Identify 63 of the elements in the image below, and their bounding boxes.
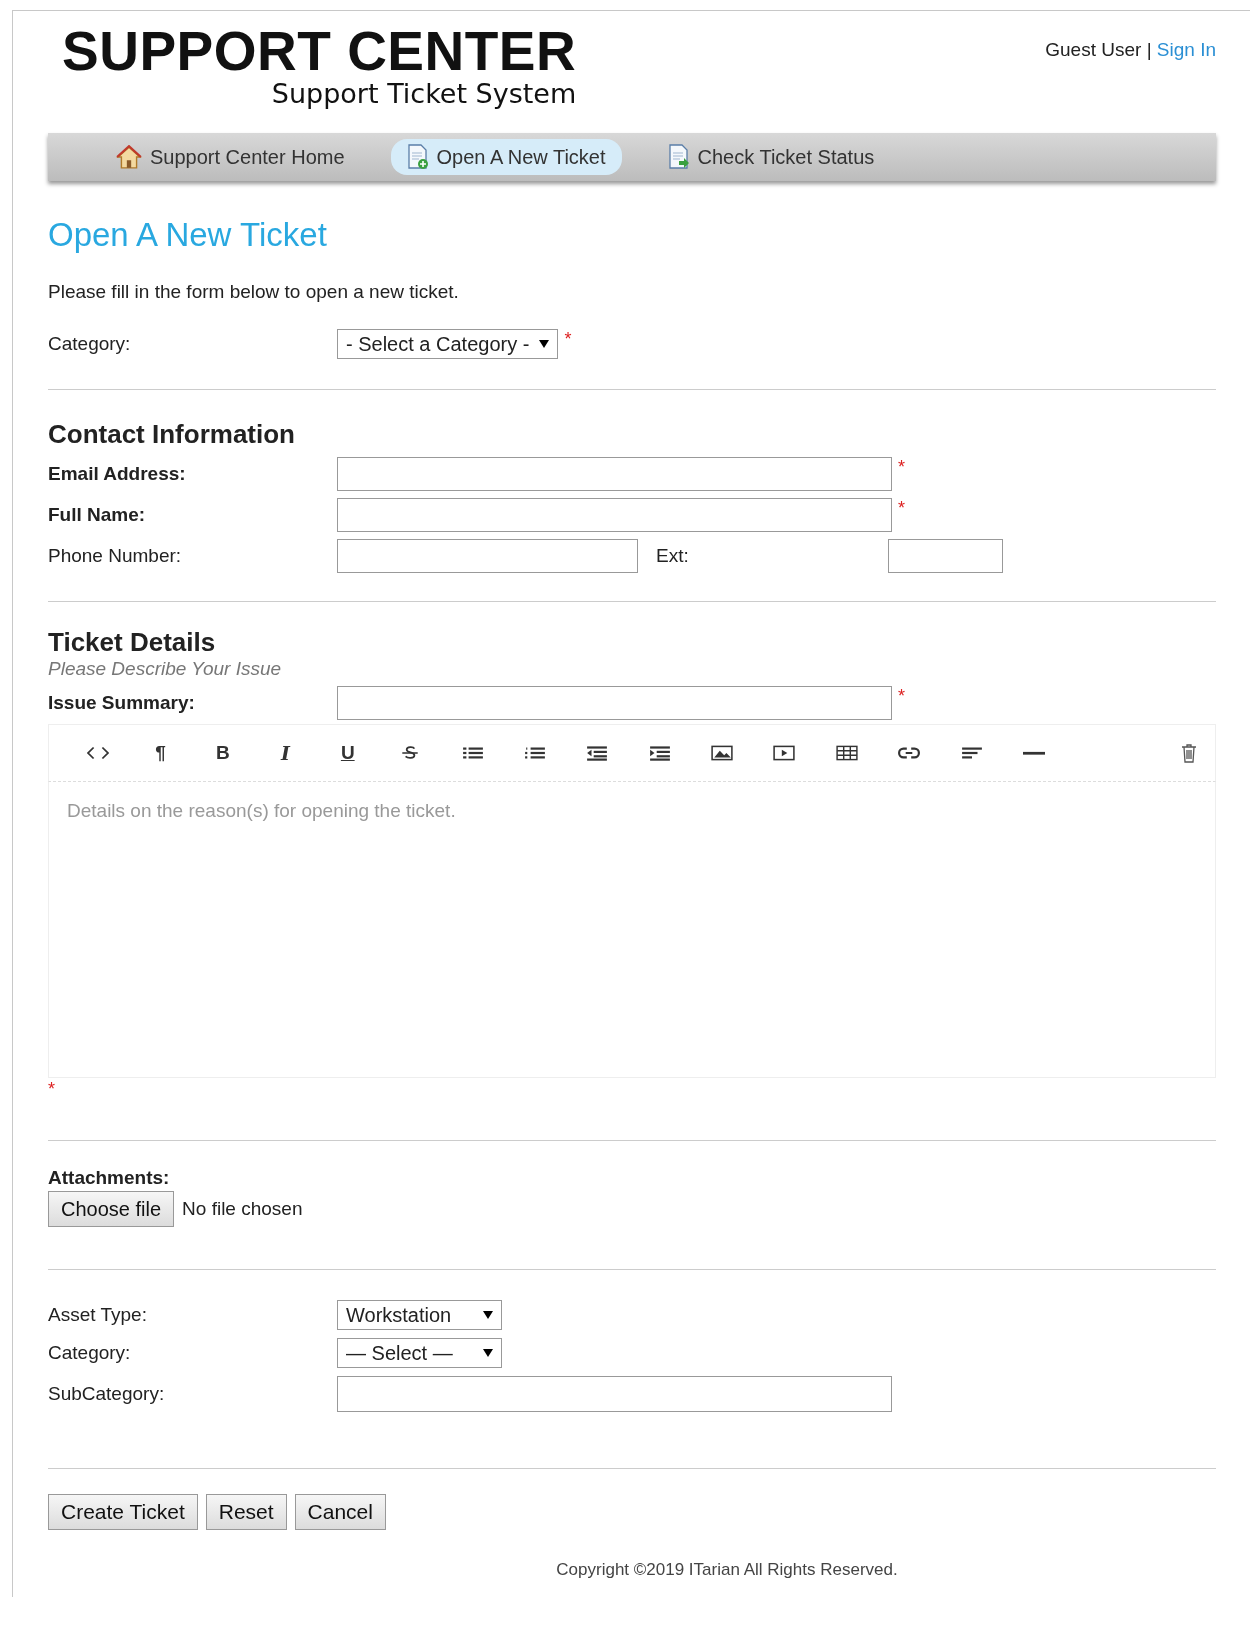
user-name: Guest User: [1045, 39, 1142, 60]
form-button[interactable]: Cancel: [294, 1494, 386, 1530]
underline-button[interactable]: U: [340, 742, 355, 764]
document-arrow-icon: [667, 144, 690, 170]
input-field[interactable]: [337, 457, 892, 491]
tab-label: Open A New Ticket: [436, 145, 606, 169]
section-heading: Contact Information: [48, 418, 296, 450]
summary-field[interactable]: [337, 686, 892, 720]
logo-title: SUPPORT CENTER: [62, 23, 577, 79]
italic-button[interactable]: I: [280, 742, 290, 764]
code-icon[interactable]: [87, 744, 110, 762]
form-button[interactable]: Reset: [205, 1494, 287, 1530]
house-icon: [116, 145, 142, 169]
required-asterisk: *: [898, 457, 905, 478]
section-heading: Ticket Details: [48, 626, 217, 658]
ext-field[interactable]: [888, 539, 1003, 573]
sign-in-link[interactable]: Sign In: [1156, 39, 1216, 60]
field-label: Category:: [48, 1342, 132, 1364]
input-field[interactable]: [337, 498, 892, 532]
section-subheading: Please Describe Your Issue: [48, 658, 283, 680]
caret-icon: [483, 1311, 493, 1319]
document-plus-icon: [406, 144, 429, 170]
image-icon[interactable]: [711, 744, 734, 762]
logo-subtitle: Support Ticket System: [271, 79, 577, 109]
field-label: Issue Summary:: [48, 692, 196, 714]
field-label: Phone Number:: [48, 545, 183, 567]
field-label: Email Address:: [48, 463, 187, 485]
table-icon[interactable]: [835, 744, 858, 762]
outdent-icon[interactable]: [586, 744, 609, 762]
phone-field[interactable]: [337, 539, 638, 573]
form-button[interactable]: Create Ticket: [48, 1494, 198, 1530]
indent-icon[interactable]: [648, 744, 671, 762]
dropdown[interactable]: — Select —: [337, 1338, 502, 1368]
field-label: Category:: [48, 333, 132, 355]
field-label: SubCategory:: [48, 1383, 166, 1405]
category-select[interactable]: - Select a Category -: [337, 329, 559, 359]
page-title: Open A New Ticket: [48, 215, 328, 255]
intro-text: Please fill in the form below to open a new ticket.: [48, 281, 460, 303]
required-asterisk: *: [898, 686, 905, 707]
nav-tab[interactable]: Open A New Ticket: [390, 139, 622, 175]
required-asterisk: *: [564, 329, 572, 350]
choose-file-button[interactable]: Choose file: [48, 1191, 175, 1227]
nav-tab[interactable]: Support Center Home: [100, 140, 361, 174]
caret-icon: [539, 340, 550, 348]
required-asterisk: *: [48, 1079, 55, 1099]
field-label: Attachments:: [48, 1167, 171, 1189]
copyright-text: Copyright ©2019 ITarian All Rights Reserved.: [555, 1560, 899, 1580]
trash-icon[interactable]: [1181, 743, 1197, 763]
tab-label: Support Center Home: [150, 145, 345, 169]
required-asterisk: *: [898, 498, 905, 519]
format-button[interactable]: ¶: [155, 742, 166, 764]
tab-label: Check Ticket Status: [697, 145, 875, 169]
dropdown[interactable]: Workstation: [337, 1300, 502, 1330]
input-field[interactable]: [337, 1376, 892, 1412]
caret-icon: [483, 1349, 493, 1357]
video-icon[interactable]: [773, 744, 796, 762]
field-label: Ext:: [656, 545, 690, 567]
format-button[interactable]: B: [216, 742, 230, 764]
field-label: Full Name:: [48, 504, 147, 526]
nav-tab[interactable]: Check Ticket Status: [651, 139, 891, 175]
file-status: No file chosen: [182, 1198, 303, 1220]
field-label: Asset Type:: [48, 1304, 148, 1326]
separator: |: [1146, 39, 1152, 60]
